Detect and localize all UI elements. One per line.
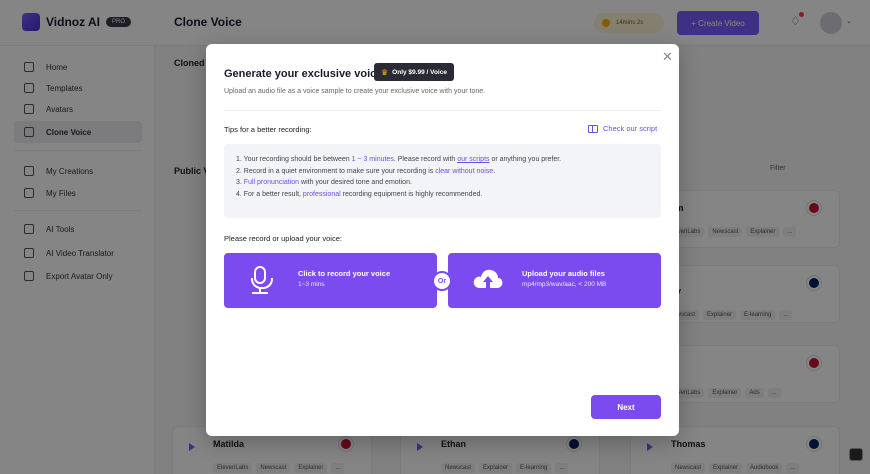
upload-section-title: Please record or upload your voice: — [224, 234, 342, 243]
upload-button-subtitle: mp4/mp3/wav/aac, < 200 MB — [522, 281, 607, 288]
tip-text: 4. For a better result, — [236, 191, 303, 199]
tips-box: 1. Your recording should be between 1 ~ … — [224, 144, 661, 218]
generate-voice-modal: Generate your exclusive voice ♛ Only $9.… — [206, 44, 679, 436]
record-voice-button[interactable]: Click to record your voice 1~3 mins — [224, 253, 437, 308]
tip-text: recording equipment is highly recommende… — [340, 191, 483, 199]
record-button-subtitle: 1~3 mins — [298, 281, 325, 288]
price-badge-text: Only $9.99 / Voice — [392, 68, 447, 76]
tip-text: with your desired tone and emotion. — [299, 179, 412, 187]
close-icon[interactable]: ✕ — [662, 50, 673, 63]
chat-icon[interactable] — [849, 448, 863, 461]
cloud-upload-icon — [473, 269, 503, 288]
price-badge: ♛ Only $9.99 / Voice — [374, 63, 454, 81]
modal-divider — [224, 110, 661, 111]
tip-text: 3. — [236, 179, 244, 187]
tip-text: . — [493, 167, 496, 175]
tip-text: 2. Record in a quiet environment to make… — [236, 167, 436, 175]
microphone-icon — [251, 266, 273, 289]
microphone-base — [252, 292, 268, 294]
check-script-label: Check our script — [603, 124, 658, 133]
check-script-link[interactable]: Check our script — [588, 124, 657, 133]
tip-highlight: clear without noise — [435, 167, 494, 175]
tip-highlight: 1 ~ 3 minutes — [351, 156, 394, 163]
modal-subtitle: Upload an audio file as a voice sample t… — [224, 88, 486, 95]
tip-item: 2. Record in a quiet environment to make… — [236, 166, 649, 178]
our-scripts-link[interactable]: our scripts — [457, 156, 489, 163]
crown-icon: ♛ — [381, 67, 389, 77]
upload-button-title: Upload your audio files — [522, 269, 605, 278]
modal-title: Generate your exclusive voice — [224, 68, 383, 80]
upload-audio-button[interactable]: Upload your audio files mp4/mp3/wav/aac,… — [448, 253, 661, 308]
book-icon — [588, 124, 598, 133]
tip-highlight: professional — [302, 191, 341, 199]
tip-text: or anything you prefer. — [489, 156, 562, 163]
or-divider: Or — [432, 271, 452, 291]
tip-item: 4. For a better result, professional rec… — [236, 189, 649, 201]
next-button[interactable]: Next — [591, 395, 661, 419]
record-button-title: Click to record your voice — [298, 269, 391, 278]
tip-item: 3. Full pronunciation with your desired … — [236, 177, 649, 189]
tip-highlight: Full pronunciation — [243, 179, 300, 187]
tip-text: . Please record with — [393, 156, 458, 163]
tip-text: 1. Your recording should be between — [236, 156, 352, 163]
tips-title: Tips for a better recording: — [224, 125, 312, 134]
tip-item: 1. Your recording should be between 1 ~ … — [236, 154, 649, 166]
